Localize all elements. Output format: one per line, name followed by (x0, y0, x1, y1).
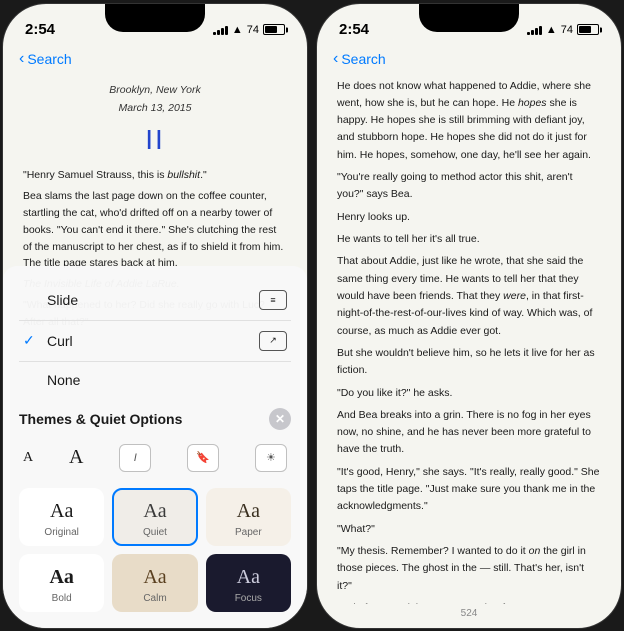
back-button-left[interactable]: ‹ Search (19, 50, 72, 68)
notch-right (419, 4, 519, 32)
time-left: 2:54 (25, 21, 55, 38)
themes-title: Themes & Quiet Options (19, 411, 182, 427)
slide-label: Slide (47, 292, 78, 308)
slide-option-curl[interactable]: ✓ Curl ↗ (19, 321, 291, 362)
font-style-icon: I (134, 452, 137, 464)
theme-bold-aa: Aa (49, 566, 73, 589)
close-button[interactable]: ✕ (269, 408, 291, 430)
wifi-icon: ▲ (232, 24, 243, 36)
theme-calm[interactable]: Aa Calm (112, 554, 197, 612)
page-number: 524 (317, 604, 621, 623)
theme-calm-aa: Aa (143, 566, 166, 589)
theme-focus-aa: Aa (237, 566, 260, 589)
book-date: March 13, 2015 (23, 100, 287, 116)
font-style-btn[interactable]: I (119, 444, 151, 472)
left-phone: 2:54 ▲ 74 ‹ (2, 3, 308, 629)
battery-text-right: 74 (561, 24, 573, 36)
wifi-icon-right: ▲ (546, 24, 557, 36)
battery-text: 74 (247, 24, 259, 36)
battery-icon (263, 24, 285, 35)
back-chevron-right-icon: ‹ (333, 50, 338, 68)
theme-quiet[interactable]: Aa Quiet (112, 488, 197, 546)
nav-bar-left: ‹ Search (3, 48, 307, 74)
slide-option-slide[interactable]: Slide ≡ (19, 280, 291, 321)
status-icons-right: ▲ 74 (527, 24, 599, 36)
theme-quiet-name: Quiet (143, 527, 167, 538)
back-button-right[interactable]: ‹ Search (333, 50, 386, 68)
chapter-number: II (23, 118, 287, 161)
theme-paper[interactable]: Aa Paper (206, 488, 291, 546)
curl-label: Curl (47, 333, 73, 349)
notch (105, 4, 205, 32)
theme-focus[interactable]: Aa Focus (206, 554, 291, 612)
theme-calm-name: Calm (143, 593, 166, 604)
back-label-right: Search (341, 51, 385, 67)
none-label: None (47, 372, 80, 388)
back-label-left: Search (27, 51, 71, 67)
theme-quiet-aa: Aa (143, 500, 166, 523)
theme-bold[interactable]: Aa Bold (19, 554, 104, 612)
slide-panel: Slide ≡ ✓ Curl ↗ None (3, 266, 307, 628)
book-location: Brooklyn, New York (23, 82, 287, 98)
theme-original-aa: Aa (50, 500, 73, 523)
theme-original[interactable]: Aa Original (19, 488, 104, 546)
font-large-a[interactable]: A (69, 446, 83, 469)
theme-focus-name: Focus (235, 593, 262, 604)
signal-icon (213, 24, 228, 35)
brightness-icon: ☀ (266, 451, 276, 464)
book-content-right: He does not know what happened to Addie,… (317, 74, 621, 604)
slide-icon: ≡ (259, 290, 287, 310)
font-bookmark-btn[interactable]: 🔖 (187, 444, 219, 472)
back-chevron-icon: ‹ (19, 50, 24, 68)
font-brightness-btn[interactable]: ☀ (255, 444, 287, 472)
signal-icon-right (527, 24, 542, 35)
theme-grid: Aa Original Aa Quiet Aa Paper Aa Bold (19, 488, 291, 612)
bookmark-icon: 🔖 (196, 451, 210, 464)
battery-icon-right (577, 24, 599, 35)
time-right: 2:54 (339, 21, 369, 38)
font-controls: A A I 🔖 ☀ (19, 436, 291, 480)
curl-icon: ↗ (259, 331, 287, 351)
slide-option-none[interactable]: None (19, 362, 291, 398)
theme-paper-name: Paper (235, 527, 262, 538)
right-phone: 2:54 ▲ 74 ‹ (316, 3, 622, 629)
status-icons-left: ▲ 74 (213, 24, 285, 36)
transition-options: Slide ≡ ✓ Curl ↗ None (19, 280, 291, 398)
theme-bold-name: Bold (52, 593, 72, 604)
nav-bar-right: ‹ Search (317, 48, 621, 74)
themes-header: Themes & Quiet Options ✕ (19, 408, 291, 430)
theme-paper-aa: Aa (237, 500, 260, 523)
theme-original-name: Original (44, 527, 78, 538)
font-small-a[interactable]: A (23, 450, 33, 466)
